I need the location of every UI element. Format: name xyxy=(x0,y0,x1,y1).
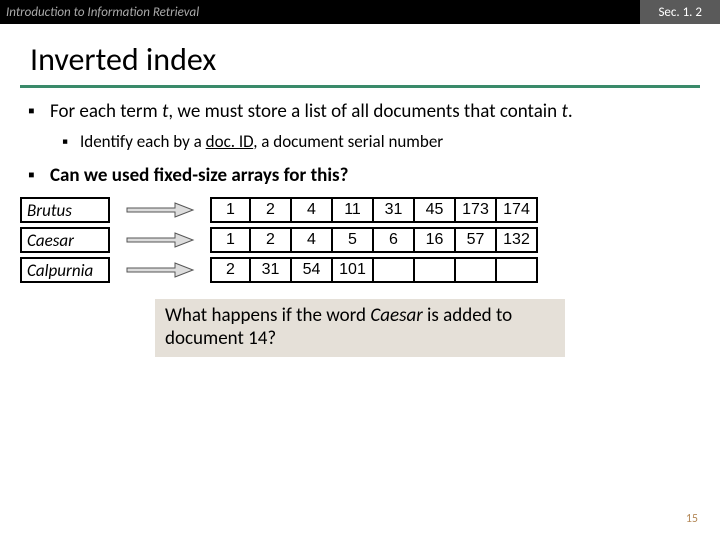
arrow-icon xyxy=(110,231,210,249)
table-row: Calpurnia 2 31 54 101 xyxy=(20,255,700,285)
slide-title: Inverted index xyxy=(0,24,720,85)
term-cell: Calpurnia xyxy=(20,257,110,283)
cell xyxy=(415,257,456,283)
cell: 132 xyxy=(497,227,538,253)
cell: 31 xyxy=(251,257,292,283)
cell: 45 xyxy=(415,197,456,223)
cell: 2 xyxy=(251,227,292,253)
slide-header: Introduction to Information Retrieval Se… xyxy=(0,0,720,24)
postings-table: Brutus 1 2 4 11 31 45 173 174 Caesar 1 2… xyxy=(0,195,720,285)
cell: 2 xyxy=(251,197,292,223)
cell xyxy=(456,257,497,283)
term-cell: Brutus xyxy=(20,197,110,223)
cell xyxy=(374,257,415,283)
bullet-question: Can we used fixed-size arrays for this? xyxy=(50,164,692,187)
bullet-2: ▪ Can we used fixed-size arrays for this… xyxy=(28,164,692,187)
sub-bullet-1: ▪ Identify each by a doc. ID, a document… xyxy=(62,131,692,152)
bullet-marker: ▪ xyxy=(28,100,50,123)
cell: 57 xyxy=(456,227,497,253)
table-row: Brutus 1 2 4 11 31 45 173 174 xyxy=(20,195,700,225)
cell: 174 xyxy=(497,197,538,223)
cell: 4 xyxy=(292,197,333,223)
term-cell: Caesar xyxy=(20,227,110,253)
arrow-icon xyxy=(110,201,210,219)
page-number: 15 xyxy=(686,512,698,526)
cell: 6 xyxy=(374,227,415,253)
arrow-icon xyxy=(110,261,210,279)
bullet-marker: ▪ xyxy=(28,164,50,187)
content-area: ▪ For each term t, we must store a list … xyxy=(0,100,720,187)
cell: 5 xyxy=(333,227,374,253)
footer-question: What happens if the word Caesar is added… xyxy=(155,299,565,357)
sub-text: Identify each by a doc. ID, a document s… xyxy=(80,131,443,152)
bullet-text: For each term t, we must store a list of… xyxy=(50,100,692,123)
bullet-1: ▪ For each term t, we must store a list … xyxy=(28,100,692,123)
postings-cells: 1 2 4 11 31 45 173 174 xyxy=(210,197,538,223)
cell: 16 xyxy=(415,227,456,253)
cell: 11 xyxy=(333,197,374,223)
bullet-marker: ▪ xyxy=(62,131,80,152)
cell: 173 xyxy=(456,197,497,223)
cell: 4 xyxy=(292,227,333,253)
course-title: Introduction to Information Retrieval xyxy=(0,5,640,20)
table-row: Caesar 1 2 4 5 6 16 57 132 xyxy=(20,225,700,255)
cell: 2 xyxy=(210,257,251,283)
cell: 31 xyxy=(374,197,415,223)
cell: 1 xyxy=(210,227,251,253)
postings-cells: 1 2 4 5 6 16 57 132 xyxy=(210,227,538,253)
postings-cells: 2 31 54 101 xyxy=(210,257,538,283)
cell: 1 xyxy=(210,197,251,223)
cell xyxy=(497,257,538,283)
section-label: Sec. 1. 2 xyxy=(640,0,720,24)
cell: 54 xyxy=(292,257,333,283)
cell: 101 xyxy=(333,257,374,283)
title-rule xyxy=(20,85,700,88)
